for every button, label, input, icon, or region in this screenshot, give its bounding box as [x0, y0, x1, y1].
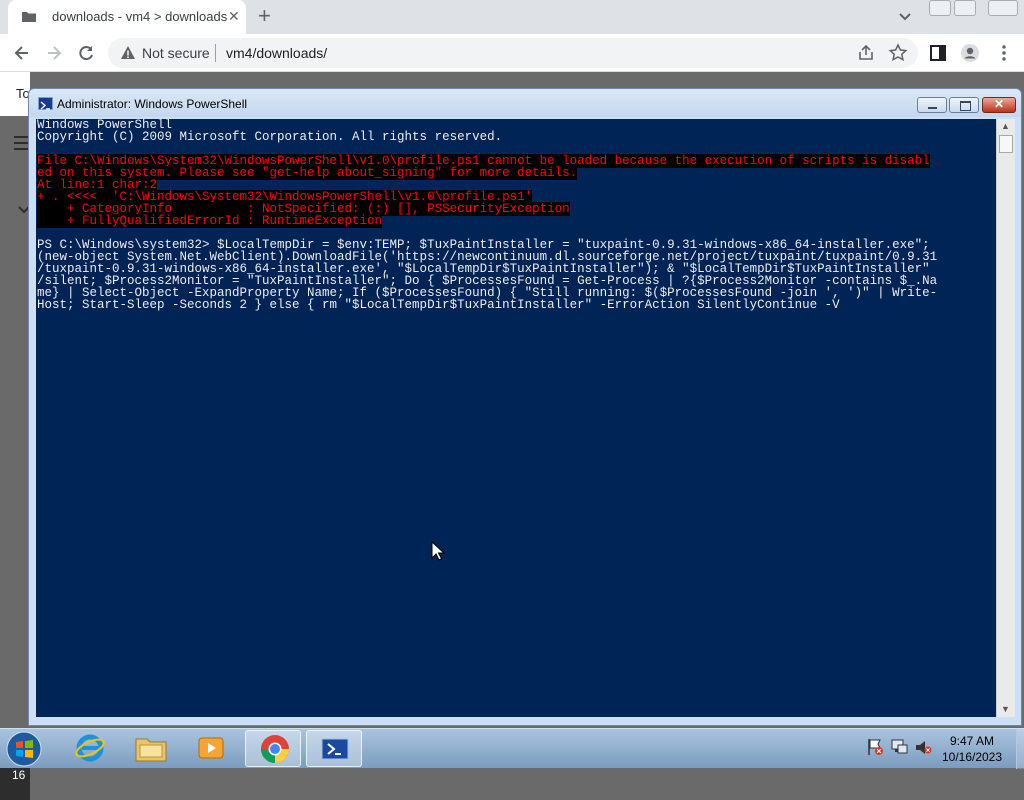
- page-overlay: [0, 116, 30, 756]
- taskbar-internet-explorer[interactable]: [62, 730, 118, 767]
- start-button-icon[interactable]: [4, 730, 44, 768]
- console-line: Host; Start-Sleep -Seconds 2 } else { rm…: [37, 298, 840, 312]
- show-desktop-button[interactable]: [1016, 729, 1024, 769]
- tab-title: downloads - vm4 > downloads: [52, 9, 228, 24]
- clock[interactable]: 9:47 AM 10/16/2023: [930, 733, 1014, 765]
- vertical-scrollbar[interactable]: ▲ ▼: [996, 119, 1015, 717]
- clock-time: 9:47 AM: [949, 734, 995, 748]
- browser-page-content: To 16: [0, 72, 30, 800]
- folder-icon: [22, 12, 36, 22]
- share-icon[interactable]: [856, 43, 876, 63]
- url-text[interactable]: vm4/downloads/: [226, 45, 327, 61]
- more-menu-icon[interactable]: [994, 43, 1014, 63]
- powershell-title: Administrator: Windows PowerShell: [57, 97, 248, 111]
- browser-tab-strip: downloads - vm4 > downloads ✕ +: [0, 0, 1024, 34]
- browser-maximize-button[interactable]: [954, 0, 976, 16]
- scroll-down-arrow-icon[interactable]: ▼: [1001, 704, 1010, 714]
- page-partial-number: 16: [12, 768, 26, 782]
- chrome-icon: [261, 735, 289, 763]
- taskbar-media-player[interactable]: [184, 730, 240, 767]
- security-status[interactable]: Not secure: [142, 45, 210, 61]
- media-player-icon: [198, 737, 224, 759]
- browser-minimize-button[interactable]: [929, 0, 951, 16]
- clock-date: 10/16/2023: [941, 750, 1003, 764]
- taskbar-explorer[interactable]: [123, 730, 179, 767]
- console-error-line: + FullyQualifiedErrorId : RuntimeExcepti…: [37, 214, 937, 228]
- powershell-icon: [38, 97, 53, 110]
- taskbar-powershell[interactable]: [306, 730, 362, 767]
- console-lines: Windows PowerShell Copyright (C) 2009 Mic…: [37, 119, 937, 311]
- side-panel-icon[interactable]: [928, 43, 948, 63]
- network-icon[interactable]: [890, 737, 908, 757]
- star-icon[interactable]: [888, 43, 908, 63]
- scroll-up-arrow-icon[interactable]: ▲: [1001, 121, 1010, 131]
- maximize-button[interactable]: [949, 97, 979, 113]
- warning-icon[interactable]: [120, 45, 136, 61]
- chevron-down-icon[interactable]: [897, 8, 913, 24]
- console-output[interactable]: Windows PowerShell Copyright (C) 2009 Mic…: [36, 119, 996, 717]
- browser-tab[interactable]: downloads - vm4 > downloads ✕: [8, 0, 246, 34]
- new-tab-button[interactable]: +: [258, 4, 271, 28]
- explorer-folder-icon: [135, 738, 167, 762]
- profile-avatar-icon[interactable]: [960, 43, 980, 63]
- scrollbar-thumb[interactable]: [999, 135, 1013, 153]
- taskbar: 9:47 AM 10/16/2023: [0, 728, 1024, 769]
- reload-icon[interactable]: [76, 43, 96, 63]
- internet-explorer-icon: [75, 734, 105, 762]
- forward-arrow-icon[interactable]: [44, 43, 64, 63]
- powershell-icon: [321, 738, 349, 760]
- mouse-pointer-icon: [431, 541, 445, 561]
- console-line: Copyright (C) 2009 Microsoft Corporation…: [37, 130, 503, 144]
- minimize-button[interactable]: [917, 97, 947, 113]
- close-button[interactable]: [982, 97, 1016, 113]
- tab-close-icon[interactable]: ✕: [228, 8, 240, 25]
- taskbar-chrome[interactable]: [245, 730, 301, 767]
- browser-close-button[interactable]: [988, 0, 1018, 16]
- address-separator: [215, 44, 216, 62]
- back-arrow-icon[interactable]: [12, 43, 32, 63]
- console-error-line: ed on this system. Please see "get-help …: [37, 166, 937, 180]
- powershell-title-bar[interactable]: Administrator: Windows PowerShell: [29, 89, 1021, 117]
- powershell-window[interactable]: Administrator: Windows PowerShell Window…: [28, 88, 1022, 726]
- console-error-text: + FullyQualifiedErrorId : RuntimeExcepti…: [37, 214, 383, 228]
- address-bar[interactable]: Not secure vm4/downloads/: [108, 38, 918, 68]
- browser-toolbar: Not secure vm4/downloads/: [0, 34, 1024, 72]
- action-center-flag-icon[interactable]: [866, 737, 884, 757]
